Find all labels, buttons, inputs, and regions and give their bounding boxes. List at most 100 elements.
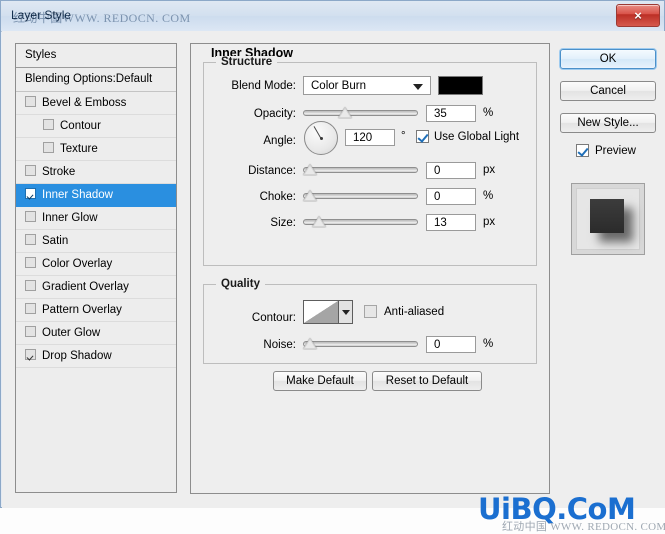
make-default-button[interactable]: Make Default bbox=[273, 371, 367, 391]
style-item-label: Texture bbox=[60, 143, 98, 155]
new-style-button[interactable]: New Style... bbox=[560, 113, 656, 133]
noise-input[interactable]: 0 bbox=[426, 336, 476, 353]
style-item-label: Satin bbox=[42, 235, 69, 247]
style-item-checkbox[interactable] bbox=[25, 257, 36, 268]
structure-group-title: Structure bbox=[216, 56, 278, 68]
style-item-checkbox[interactable] bbox=[25, 280, 36, 291]
chevron-down-icon bbox=[413, 84, 423, 90]
choke-label: Choke: bbox=[259, 191, 296, 203]
style-item-inner-glow[interactable]: Inner Glow bbox=[16, 207, 176, 230]
style-item-contour[interactable]: Contour bbox=[16, 115, 176, 138]
size-slider[interactable] bbox=[303, 215, 418, 229]
angle-dial-hub bbox=[319, 136, 323, 140]
distance-input[interactable]: 0 bbox=[426, 162, 476, 179]
choke-slider-track bbox=[303, 193, 418, 199]
style-item-label: Contour bbox=[60, 120, 101, 132]
style-item-gradient-overlay[interactable]: Gradient Overlay bbox=[16, 276, 176, 299]
style-item-checkbox[interactable] bbox=[25, 303, 36, 314]
layer-style-dialog: Layer Style 红动中国WWW. REDOCN. COM × Style… bbox=[0, 0, 665, 533]
opacity-unit: % bbox=[483, 107, 494, 119]
style-item-stroke[interactable]: Stroke bbox=[16, 161, 176, 184]
preview-checkbox[interactable] bbox=[576, 144, 589, 157]
style-item-checkbox[interactable] bbox=[25, 165, 36, 176]
shadow-color-swatch[interactable] bbox=[438, 76, 483, 95]
style-item-checkbox[interactable] bbox=[25, 326, 36, 337]
distance-unit: px bbox=[483, 164, 496, 176]
noise-slider-track bbox=[303, 341, 418, 347]
quality-group: Quality Contour: Anti-aliased Noise: 0 % bbox=[203, 278, 537, 364]
style-item-bevel-emboss[interactable]: Bevel & Emboss bbox=[16, 92, 176, 115]
noise-unit: % bbox=[483, 338, 494, 350]
title-watermark: 红动中国WWW. REDOCN. COM bbox=[13, 11, 191, 25]
noise-slider[interactable] bbox=[303, 337, 418, 351]
angle-dial[interactable] bbox=[304, 121, 338, 155]
style-item-label: Gradient Overlay bbox=[42, 281, 129, 293]
style-item-label: Bevel & Emboss bbox=[42, 97, 127, 109]
choke-input[interactable]: 0 bbox=[426, 188, 476, 205]
cancel-button[interactable]: Cancel bbox=[560, 81, 656, 101]
style-item-label: Stroke bbox=[42, 166, 76, 178]
preview-label: Preview bbox=[595, 145, 636, 157]
style-item-label: Color Overlay bbox=[42, 258, 113, 270]
style-preview-canvas bbox=[576, 188, 640, 250]
style-item-outer-glow[interactable]: Outer Glow bbox=[16, 322, 176, 345]
contour-label: Contour: bbox=[251, 312, 296, 324]
style-item-color-overlay[interactable]: Color Overlay bbox=[16, 253, 176, 276]
style-item-pattern-overlay[interactable]: Pattern Overlay bbox=[16, 299, 176, 322]
style-item-drop-shadow[interactable]: Drop Shadow bbox=[16, 345, 176, 368]
noise-label: Noise: bbox=[263, 339, 296, 351]
style-item-label: Inner Glow bbox=[42, 212, 98, 224]
style-item-checkbox[interactable] bbox=[25, 211, 36, 222]
close-icon: × bbox=[634, 8, 642, 23]
opacity-input[interactable]: 35 bbox=[426, 105, 476, 122]
size-slider-thumb[interactable] bbox=[312, 216, 327, 227]
opacity-slider[interactable] bbox=[303, 106, 418, 120]
distance-label: Distance: bbox=[248, 165, 296, 177]
blending-options-row[interactable]: Blending Options:Default bbox=[16, 68, 176, 92]
contour-dropdown-button[interactable] bbox=[339, 300, 353, 324]
blend-mode-value: Color Burn bbox=[311, 80, 366, 92]
opacity-slider-track bbox=[303, 110, 418, 116]
angle-input[interactable]: 120 bbox=[345, 129, 395, 146]
choke-slider[interactable] bbox=[303, 189, 418, 203]
style-item-checkbox[interactable] bbox=[25, 96, 36, 107]
chevron-down-icon bbox=[342, 310, 350, 315]
opacity-slider-thumb[interactable] bbox=[338, 107, 353, 118]
blend-mode-label: Blend Mode: bbox=[231, 80, 296, 92]
reset-to-default-button[interactable]: Reset to Default bbox=[372, 371, 482, 391]
contour-preset-swatch[interactable] bbox=[303, 300, 339, 324]
style-item-checkbox[interactable] bbox=[25, 188, 36, 199]
use-global-light-label: Use Global Light bbox=[434, 131, 520, 143]
bottom-watermark-sub: 红动中国 WWW. REDOCN. COM bbox=[502, 521, 665, 533]
anti-aliased-checkbox[interactable] bbox=[364, 305, 377, 318]
contour-curve-icon bbox=[304, 301, 338, 323]
quality-group-title: Quality bbox=[216, 278, 265, 290]
style-item-inner-shadow[interactable]: Inner Shadow bbox=[16, 184, 176, 207]
angle-unit: ° bbox=[401, 130, 406, 142]
choke-unit: % bbox=[483, 190, 494, 202]
blend-mode-select[interactable]: Color Burn bbox=[303, 76, 431, 95]
size-unit: px bbox=[483, 216, 496, 228]
style-item-label: Outer Glow bbox=[42, 327, 101, 339]
style-item-label: Pattern Overlay bbox=[42, 304, 122, 316]
distance-slider[interactable] bbox=[303, 163, 418, 177]
close-button[interactable]: × bbox=[616, 4, 660, 27]
choke-slider-thumb[interactable] bbox=[303, 190, 317, 201]
style-item-satin[interactable]: Satin bbox=[16, 230, 176, 253]
style-item-label: Drop Shadow bbox=[42, 350, 112, 362]
style-item-checkbox[interactable] bbox=[25, 349, 36, 360]
distance-slider-thumb[interactable] bbox=[303, 164, 317, 175]
settings-panel: Inner Shadow Structure Blend Mode: Color… bbox=[190, 43, 550, 494]
noise-slider-thumb[interactable] bbox=[303, 338, 317, 349]
size-label: Size: bbox=[270, 217, 296, 229]
use-global-light-checkbox[interactable] bbox=[416, 130, 429, 143]
style-item-checkbox[interactable] bbox=[43, 119, 54, 130]
size-input[interactable]: 13 bbox=[426, 214, 476, 231]
dialog-client-area: Styles Blending Options:Default Bevel & … bbox=[2, 31, 665, 533]
ok-button[interactable]: OK bbox=[560, 49, 656, 69]
style-item-checkbox[interactable] bbox=[25, 234, 36, 245]
bottom-watermark: UiBQ.CoM bbox=[478, 492, 636, 526]
style-item-checkbox[interactable] bbox=[43, 142, 54, 153]
title-bar: Layer Style 红动中国WWW. REDOCN. COM × bbox=[1, 1, 664, 32]
style-item-texture[interactable]: Texture bbox=[16, 138, 176, 161]
